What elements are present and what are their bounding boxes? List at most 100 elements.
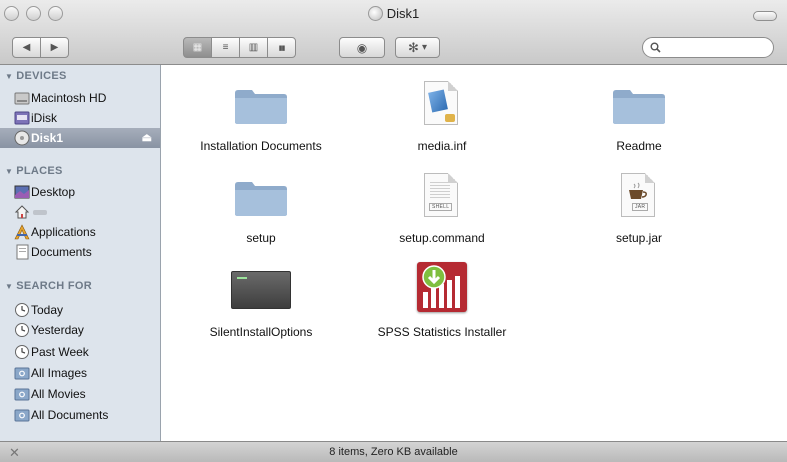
sidebar-item-label: Yesterday [31, 323, 84, 337]
sidebar-item-past-week[interactable]: Past Week [0, 342, 160, 362]
quick-look-button[interactable]: ◉ [339, 37, 385, 58]
sidebar-item-disk1[interactable]: Disk1 ⏏ [0, 128, 160, 148]
devices-header[interactable]: ▼ DEVICES [5, 70, 67, 82]
applications-icon [14, 224, 30, 240]
file-item[interactable]: media.inf [352, 79, 532, 153]
sidebar-item-label: All Documents [31, 408, 109, 422]
clock-icon [15, 345, 29, 359]
sidebar-item-idisk[interactable]: iDisk [0, 108, 160, 128]
file-item[interactable]: SHELL setup.command [352, 171, 532, 245]
icon-view-icon: ▦ [192, 42, 203, 53]
file-name: setup [246, 231, 276, 245]
file-item[interactable]: Installation Documents [171, 79, 351, 153]
places-header[interactable]: ▼ PLACES [5, 165, 63, 177]
coffee-cup-icon [629, 182, 647, 199]
file-name: media.inf [417, 139, 467, 153]
documents-icon [16, 244, 29, 260]
clock-icon [15, 323, 29, 337]
eject-icon[interactable]: ⏏ [142, 131, 152, 144]
file-name: SPSS Statistics Installer [377, 325, 507, 339]
file-item[interactable]: SPSS Statistics Installer [352, 262, 532, 339]
spss-installer-icon [417, 262, 467, 312]
sidebar-item-label: Disk1 [31, 131, 64, 145]
sidebar-item-applications[interactable]: Applications [0, 222, 160, 242]
search-for-header[interactable]: ▼ SEARCH FOR [5, 280, 92, 292]
file-name: setup.command [399, 231, 485, 245]
disk-icon [14, 130, 30, 146]
cover-flow-icon: ▮▮ [278, 44, 286, 52]
sidebar-resize-icon[interactable]: ✕ [9, 442, 20, 462]
sidebar-item-label: Documents [31, 245, 92, 259]
sidebar-item-all-movies[interactable]: All Movies [0, 384, 160, 404]
window-title-text: Disk1 [386, 6, 420, 21]
back-button[interactable]: ◀ [12, 37, 41, 58]
terminal-file-icon [231, 271, 291, 309]
disclosure-triangle-icon: ▼ [5, 71, 14, 81]
back-arrow-icon: ◀ [22, 42, 31, 53]
folder-icon [235, 90, 287, 124]
folder-icon [613, 90, 665, 124]
title-toolbar: Disk1 ◀ ▶ ▦ ≡ ▥ ▮▮ ◉ ✻ ▾ [0, 0, 787, 65]
sidebar-item-label: Today [31, 303, 64, 317]
disclosure-triangle-icon: ▼ [5, 166, 14, 176]
file-item[interactable]: SilentInstallOptions [171, 265, 351, 339]
eye-icon: ◉ [356, 40, 368, 55]
status-bar: ✕ 8 items, Zero KB available [0, 441, 787, 462]
file-item[interactable]: setup [171, 171, 351, 245]
cover-flow-button[interactable]: ▮▮ [267, 37, 296, 58]
home-icon [14, 205, 30, 219]
sidebar-item-label: Applications [31, 225, 96, 239]
smart-folder-icon [14, 388, 30, 401]
forward-button[interactable]: ▶ [40, 37, 69, 58]
file-name: Installation Documents [200, 139, 322, 153]
sidebar-item-documents[interactable]: Documents [0, 242, 160, 262]
sidebar-item-label: Past Week [31, 345, 89, 359]
search-input[interactable] [665, 40, 769, 55]
folder-icon [235, 182, 287, 216]
sidebar-item-label: Desktop [31, 185, 76, 199]
action-menu-button[interactable]: ✻ ▾ [395, 37, 440, 58]
sidebar-item-all-documents[interactable]: All Documents [0, 405, 160, 425]
disclosure-triangle-icon: ▼ [5, 281, 14, 291]
sidebar-item-yesterday[interactable]: Yesterday [0, 320, 160, 340]
list-view-button[interactable]: ≡ [211, 37, 240, 58]
file-name: SilentInstallOptions [209, 325, 313, 339]
sidebar-item-all-images[interactable]: All Images [0, 363, 160, 383]
smart-folder-icon [14, 409, 30, 422]
sidebar-item-macintosh-hd[interactable]: Macintosh HD [0, 88, 160, 108]
desktop-icon [14, 185, 30, 199]
file-item[interactable]: JAR setup.jar [549, 171, 729, 245]
search-icon [650, 42, 661, 53]
file-name: setup.jar [615, 231, 663, 245]
forward-arrow-icon: ▶ [50, 42, 59, 53]
file-item[interactable]: Readme [549, 79, 729, 153]
sidebar-item-today[interactable]: Today [0, 300, 160, 320]
status-text: 8 items, Zero KB available [329, 446, 458, 458]
file-type-tag: JAR [632, 203, 649, 211]
idisk-icon [14, 111, 30, 125]
inf-file-icon [424, 81, 458, 125]
search-field[interactable] [642, 37, 774, 58]
column-view-button[interactable]: ▥ [239, 37, 268, 58]
icon-view-button[interactable]: ▦ [183, 37, 212, 58]
sidebar-item-label: All Movies [31, 387, 86, 401]
home-folder-name-redacted [33, 209, 47, 215]
jar-file-icon: JAR [621, 173, 655, 217]
smart-folder-icon [14, 367, 30, 380]
sidebar-item-label: iDisk [31, 111, 57, 125]
list-view-icon: ≡ [222, 42, 229, 53]
toolbar-toggle-button[interactable] [753, 11, 777, 21]
file-type-tag: SHELL [429, 203, 453, 211]
sidebar-item-label: Macintosh HD [31, 91, 107, 105]
file-icon-grid: Installation Documents media.inf Readme [161, 65, 787, 441]
sidebar-item-desktop[interactable]: Desktop [0, 182, 160, 202]
sidebar-item-label: All Images [31, 366, 88, 380]
sidebar-item-home[interactable] [0, 202, 160, 222]
window-title: Disk1 [0, 6, 787, 21]
clock-icon [15, 303, 29, 317]
chevron-down-icon: ▾ [421, 42, 427, 53]
finder-window: Disk1 ◀ ▶ ▦ ≡ ▥ ▮▮ ◉ ✻ ▾ ▼ DEVICES Macin… [0, 0, 787, 462]
column-view-icon: ▥ [248, 42, 259, 53]
gear-icon: ✻ [408, 39, 419, 55]
file-name: Readme [616, 139, 662, 153]
